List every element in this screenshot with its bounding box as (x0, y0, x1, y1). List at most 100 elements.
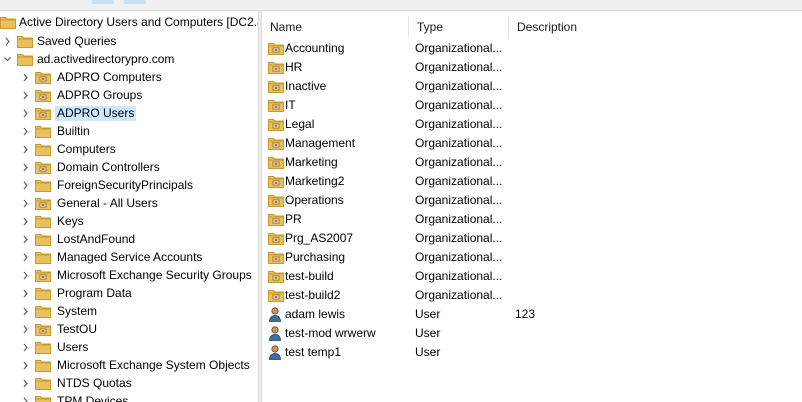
chevron-right-icon[interactable] (22, 289, 29, 298)
column-header-name[interactable]: Name (262, 16, 409, 38)
tree-item[interactable]: Computers (0, 140, 258, 158)
tree-item[interactable]: TestOU (0, 320, 258, 338)
expand-toggle[interactable] (20, 158, 30, 176)
expand-toggle[interactable] (20, 122, 30, 140)
expand-toggle[interactable] (20, 320, 30, 338)
chevron-right-icon[interactable] (22, 109, 29, 118)
list-row[interactable]: PR Organizational... (262, 210, 802, 229)
chevron-right-icon[interactable] (22, 163, 29, 172)
tree-item[interactable]: System (0, 302, 258, 320)
chevron-right-icon[interactable] (22, 379, 29, 388)
chevron-right-icon[interactable] (22, 127, 29, 136)
expand-toggle[interactable] (2, 32, 12, 50)
expand-toggle[interactable] (20, 284, 30, 302)
chevron-right-icon[interactable] (22, 145, 29, 154)
tree-root[interactable]: Active Directory Users and Computers [DC… (0, 13, 258, 31)
chevron-right-icon[interactable] (22, 253, 29, 262)
chevron-right-icon[interactable] (22, 199, 29, 208)
toolbar-button-indicator[interactable] (92, 0, 114, 4)
expand-toggle[interactable] (20, 302, 30, 320)
chevron-right-icon[interactable] (22, 325, 29, 334)
tree-item[interactable]: Microsoft Exchange Security Groups (0, 266, 258, 284)
expand-toggle[interactable] (20, 356, 30, 374)
tree-item[interactable]: Microsoft Exchange System Objects (0, 356, 258, 374)
tree-item[interactable]: ADPRO Users (0, 104, 258, 122)
chevron-right-icon[interactable] (22, 73, 29, 82)
tree-item[interactable]: NTDS Quotas (0, 374, 258, 392)
tree-item-icon-wrap (35, 394, 51, 402)
chevron-down-icon[interactable] (3, 55, 11, 64)
cell-name: Legal (285, 117, 315, 131)
console-tree[interactable]: Active Directory Users and Computers [DC… (0, 11, 258, 402)
tree-item[interactable]: LostAndFound (0, 230, 258, 248)
tree-item[interactable]: Builtin (0, 122, 258, 140)
chevron-right-icon[interactable] (22, 361, 29, 370)
list-row[interactable]: Marketing2 Organizational... (262, 172, 802, 191)
tree-item-domain[interactable]: ad.activedirectorypro.com (0, 50, 258, 68)
list-row[interactable]: HR Organizational... (262, 58, 802, 77)
expand-toggle[interactable] (20, 104, 30, 122)
toolbar-button-indicator[interactable] (124, 0, 146, 4)
cell-type: Organizational... (415, 155, 503, 169)
list-row[interactable]: test temp1 User (262, 343, 802, 362)
column-header-type[interactable]: Type (409, 16, 509, 38)
tree-item[interactable]: ForeignSecurityPrincipals (0, 176, 258, 194)
expand-toggle[interactable] (20, 392, 30, 402)
expand-toggle[interactable] (20, 86, 30, 104)
chevron-right-icon[interactable] (4, 37, 11, 46)
expand-toggle[interactable] (20, 212, 30, 230)
tree-item[interactable]: General - All Users (0, 194, 258, 212)
expand-toggle[interactable] (20, 68, 30, 86)
chevron-right-icon[interactable] (22, 343, 29, 352)
expand-toggle[interactable] (20, 194, 30, 212)
column-header-description[interactable]: Description (509, 16, 649, 38)
expand-toggle[interactable] (20, 338, 30, 356)
tree-item-icon-wrap (35, 376, 51, 390)
list-row[interactable]: test-mod wrwerw User (262, 324, 802, 343)
list-row[interactable]: adam lewis User 123 (262, 305, 802, 324)
chevron-right-icon[interactable] (22, 181, 29, 190)
list-row[interactable]: Marketing Organizational... (262, 153, 802, 172)
tree-item[interactable]: ADPRO Computers (0, 68, 258, 86)
details-list[interactable]: Name Type Description Accounting Organiza… (262, 11, 802, 402)
column-headers: Name Type Description (262, 16, 802, 38)
chevron-right-icon[interactable] (22, 91, 29, 100)
expand-toggle[interactable] (20, 266, 30, 284)
list-row[interactable]: Legal Organizational... (262, 115, 802, 134)
expand-toggle[interactable] (20, 140, 30, 158)
tree-item-saved-queries[interactable]: Saved Queries (0, 32, 258, 50)
tree-item-icon-wrap (0, 15, 16, 29)
list-row[interactable]: test-build Organizational... (262, 267, 802, 286)
tree-item[interactable]: Users (0, 338, 258, 356)
cell-type: Organizational... (415, 288, 503, 302)
expand-toggle[interactable] (20, 230, 30, 248)
list-row[interactable]: Accounting Organizational... (262, 39, 802, 58)
expand-toggle[interactable] (20, 176, 30, 194)
list-row[interactable]: Inactive Organizational... (262, 77, 802, 96)
list-row[interactable]: Prg_AS2007 Organizational... (262, 229, 802, 248)
tree-item-icon-wrap (35, 322, 51, 336)
tree-item[interactable]: Program Data (0, 284, 258, 302)
chevron-right-icon[interactable] (22, 307, 29, 316)
tree-item[interactable]: TPM Devices (0, 392, 258, 402)
collapse-toggle[interactable] (2, 50, 12, 68)
tree-item[interactable]: Managed Service Accounts (0, 248, 258, 266)
chevron-right-icon[interactable] (22, 271, 29, 280)
chevron-right-icon[interactable] (22, 217, 29, 226)
expand-toggle[interactable] (20, 374, 30, 392)
list-row-icon-wrap (268, 41, 284, 56)
tree-item[interactable]: ADPRO Groups (0, 86, 258, 104)
list-row[interactable]: test-build2 Organizational... (262, 286, 802, 305)
chevron-right-icon[interactable] (22, 397, 29, 402)
tree-item[interactable]: Keys (0, 212, 258, 230)
chevron-right-icon[interactable] (22, 235, 29, 244)
cell-type: Organizational... (415, 269, 503, 283)
list-row[interactable]: Management Organizational... (262, 134, 802, 153)
list-row[interactable]: IT Organizational... (262, 96, 802, 115)
expand-toggle[interactable] (20, 248, 30, 266)
list-row-icon-wrap (268, 174, 284, 189)
list-row[interactable]: Operations Organizational... (262, 191, 802, 210)
tree-item[interactable]: Domain Controllers (0, 158, 258, 176)
tree-item-label: ForeignSecurityPrincipals (57, 178, 194, 192)
list-row[interactable]: Purchasing Organizational... (262, 248, 802, 267)
